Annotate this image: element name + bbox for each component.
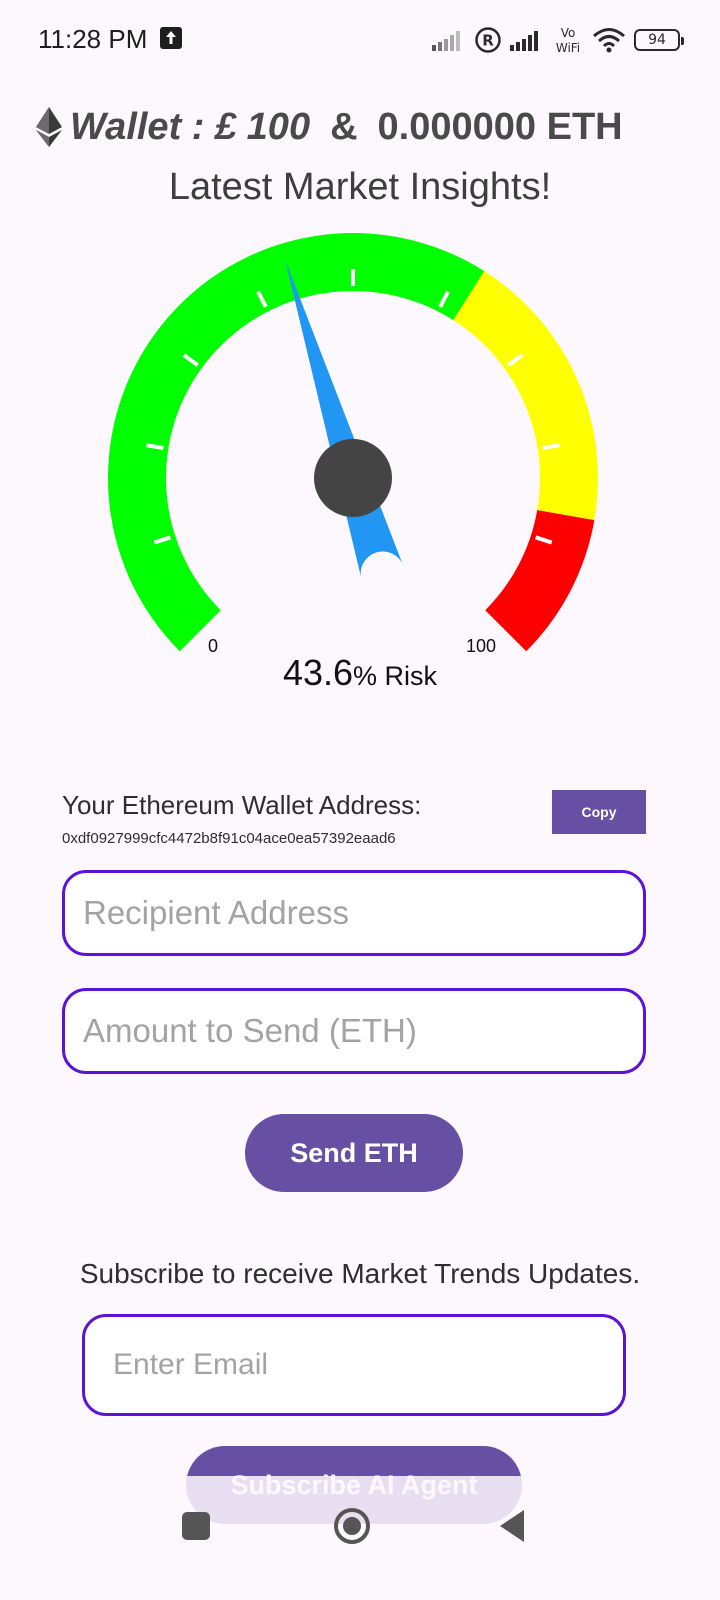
vowifi-icon: Vo WiFi (556, 26, 580, 55)
ethereum-icon (36, 107, 62, 147)
recipient-address-input[interactable] (83, 894, 643, 932)
risk-readout: 43.6% Risk (0, 652, 720, 694)
gauge-band-1 (453, 271, 598, 521)
amount-field[interactable] (62, 988, 646, 1074)
gauge-hub (314, 439, 392, 517)
risk-unit: % Risk (353, 661, 438, 691)
recent-apps-icon[interactable] (176, 1506, 216, 1546)
back-icon[interactable] (494, 1506, 534, 1546)
svg-text:R: R (482, 32, 494, 50)
wallet-separator: & (330, 105, 358, 148)
svg-text:Vo: Vo (561, 26, 576, 40)
insights-title: Latest Market Insights! (168, 166, 552, 208)
wallet-address-label: Your Ethereum Wallet Address: (62, 790, 422, 820)
send-eth-button[interactable]: Send ETH (245, 1114, 463, 1192)
gauge-tick (542, 443, 560, 450)
gauge-band-2 (485, 510, 595, 652)
system-navigation-bar (0, 1476, 720, 1600)
risk-gauge (108, 233, 598, 652)
svg-text:WiFi: WiFi (556, 41, 580, 55)
status-time: 11:28 PM (38, 24, 148, 54)
signal-strong-icon (510, 31, 538, 51)
signal-weak-icon (432, 31, 460, 51)
wifi-icon (593, 28, 625, 53)
home-icon[interactable] (332, 1506, 372, 1546)
registered-icon: R (475, 27, 501, 53)
recipient-address-field[interactable] (62, 870, 646, 956)
gauge-needle (285, 260, 404, 581)
status-icons: R Vo WiFi 94 (432, 20, 684, 60)
wallet-eth-balance: 0.000000 ETH (377, 105, 623, 148)
risk-value: 43.6 (282, 652, 354, 693)
subscribe-description: Subscribe to receive Market Trends Updat… (79, 1258, 641, 1289)
wallet-summary: Wallet : £ 100 & 0.000000 ETH (36, 102, 696, 152)
copy-address-button[interactable]: Copy (552, 790, 646, 834)
email-field[interactable] (82, 1314, 626, 1416)
upload-notification-icon (160, 27, 182, 49)
wallet-address-value: 0xdf0927999cfc4472b8f91c04ace0ea57392eaa… (62, 830, 396, 847)
status-bar: 11:28 PM R Vo WiFi 94 (0, 0, 720, 80)
email-input[interactable] (113, 1348, 623, 1382)
gauge-tick (146, 443, 164, 450)
battery-indicator: 94 (634, 29, 684, 51)
wallet-fiat-balance: Wallet : £ 100 (70, 105, 311, 148)
amount-input[interactable] (83, 1012, 643, 1050)
